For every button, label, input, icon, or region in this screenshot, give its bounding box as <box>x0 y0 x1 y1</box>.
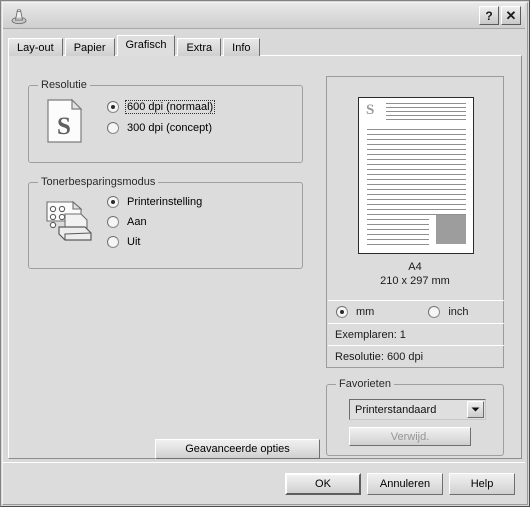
page-preview-sheet: S <box>358 97 474 254</box>
preview-line <box>386 111 466 112</box>
preview-line <box>367 209 466 210</box>
tab-extra[interactable]: Extra <box>177 38 222 56</box>
advanced-options-button[interactable]: Geavanceerde opties <box>155 439 320 459</box>
preview-line <box>367 179 466 180</box>
radio-aan-label: Aan <box>127 216 147 228</box>
help-button-footer[interactable]: Help <box>449 473 515 495</box>
preview-line <box>367 174 466 175</box>
tab-lay-out[interactable]: Lay-out <box>8 38 63 56</box>
tab-grafisch[interactable]: Grafisch <box>116 35 176 56</box>
preview-line <box>386 115 466 116</box>
preview-line <box>367 239 429 240</box>
radio-inch-label: inch <box>448 306 469 318</box>
radio-aan[interactable]: Aan <box>107 215 149 229</box>
printer-toner-icon <box>43 197 97 245</box>
preview-line <box>367 219 429 220</box>
preview-line <box>367 234 429 235</box>
help-button[interactable]: ? <box>479 6 499 25</box>
preview-line <box>367 224 429 225</box>
preview-line <box>367 189 466 190</box>
radio-mm[interactable]: mm <box>336 305 376 319</box>
cancel-button[interactable]: Annuleren <box>367 473 443 495</box>
preview-line <box>367 154 466 155</box>
preview-line <box>367 169 466 170</box>
preview-line <box>386 103 466 104</box>
radio-uit[interactable]: Uit <box>107 235 142 249</box>
preview-line <box>367 129 466 130</box>
radio-printerinstelling[interactable]: Printerinstelling <box>107 195 204 209</box>
units-row: mm inch <box>328 300 504 323</box>
radio-inch[interactable]: inch <box>428 305 470 319</box>
preview-line <box>367 184 466 185</box>
chevron-down-icon[interactable] <box>467 401 484 418</box>
radio-600dpi-label: 600 dpi (normaal) <box>125 100 216 114</box>
preview-line <box>367 159 466 160</box>
close-icon[interactable]: ✕ <box>501 6 521 25</box>
dialog-footer: OK Annuleren Help <box>3 462 525 504</box>
radio-uit-label: Uit <box>127 236 141 248</box>
favorites-selected-value: Printerstandaard <box>355 403 437 416</box>
title-bar-buttons: ? ✕ <box>479 6 521 25</box>
radio-aan-indicator[interactable] <box>107 216 119 228</box>
radio-mm-label: mm <box>356 306 375 318</box>
title-bar: ? ✕ <box>3 3 525 29</box>
preview-line <box>367 144 466 145</box>
favorites-dropdown[interactable]: Printerstandaard <box>349 399 486 420</box>
radio-mm-indicator[interactable] <box>336 306 348 318</box>
group-title-toner: Tonerbesparingsmodus <box>38 176 159 188</box>
radio-printerinstelling-label: Printerinstelling <box>127 196 203 208</box>
preview-line <box>367 149 466 150</box>
radio-600dpi[interactable]: 600 dpi (normaal) <box>107 100 216 114</box>
radio-inch-indicator[interactable] <box>428 306 441 318</box>
resolution-row: Resolutie: 600 dpi <box>328 345 504 368</box>
page-preview-panel: S A4 210 x 297 mm mm inch Exemplaren: 1 … <box>326 76 504 368</box>
preview-line <box>367 134 466 135</box>
document-s-icon: S <box>46 98 84 144</box>
preview-line <box>367 164 466 165</box>
preview-line <box>367 229 429 230</box>
tab-page-grafisch: Resolutie S 600 dpi (normaal) 300 dpi (c… <box>8 55 522 459</box>
group-tonerbesparingsmodus: Tonerbesparingsmodus Printerinstelling A… <box>28 176 303 269</box>
preview-line <box>367 199 466 200</box>
tab-strip: Lay-out Papier Grafisch Extra Info <box>8 35 522 56</box>
paper-name-label: A4 <box>408 261 422 273</box>
favorites-delete-button[interactable]: Verwijd. <box>349 427 471 446</box>
paper-dimensions-label: 210 x 297 mm <box>380 275 450 287</box>
printer-icon <box>9 6 29 26</box>
tab-info[interactable]: Info <box>223 38 260 56</box>
sheet-logo-letter: S <box>366 102 375 118</box>
preview-line <box>386 119 466 120</box>
svg-text:S: S <box>57 113 71 140</box>
preview-line <box>386 107 466 108</box>
group-title-resolutie: Resolutie <box>38 79 90 91</box>
print-preferences-window: ? ✕ Lay-out Papier Grafisch Extra Info R… <box>0 0 530 507</box>
copies-row: Exemplaren: 1 <box>328 323 504 345</box>
radio-600dpi-indicator[interactable] <box>107 101 119 113</box>
group-favorieten: Favorieten Printerstandaard Verwijd. <box>326 378 504 456</box>
radio-300dpi-indicator[interactable] <box>107 122 119 134</box>
preview-line <box>367 194 466 195</box>
tab-papier[interactable]: Papier <box>64 38 115 56</box>
group-title-favorieten: Favorieten <box>336 378 394 390</box>
preview-line <box>367 139 466 140</box>
radio-300dpi-label: 300 dpi (concept) <box>127 122 212 134</box>
preview-line <box>367 244 429 245</box>
group-resolutie: Resolutie S 600 dpi (normaal) 300 dpi (c… <box>28 79 303 163</box>
radio-printerinstelling-indicator[interactable] <box>107 196 119 208</box>
client-area: Lay-out Papier Grafisch Extra Info Resol… <box>8 35 522 459</box>
ok-button[interactable]: OK <box>285 473 361 495</box>
preview-image-block <box>436 215 466 244</box>
radio-300dpi[interactable]: 300 dpi (concept) <box>107 121 214 135</box>
preview-line <box>367 204 466 205</box>
radio-uit-indicator[interactable] <box>107 236 119 248</box>
